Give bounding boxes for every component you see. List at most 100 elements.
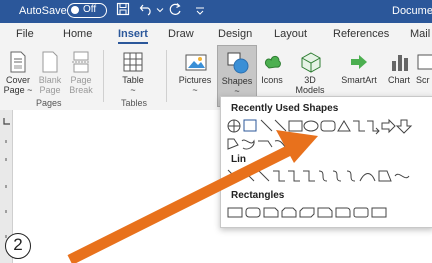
pictures-dropdown-icon: ~ [192, 85, 198, 95]
table-dropdown-icon: ~ [130, 85, 136, 95]
shapes-dropdown-panel: Recently Used Shapes Lin Rectangles [220, 96, 432, 228]
shapes-icon [227, 52, 249, 74]
rectangles-header: Rectangles [231, 190, 285, 201]
title-bar: AutoSave Off Docume [0, 0, 432, 23]
chart-icon [389, 51, 409, 73]
shape-textbox-icon [243, 119, 257, 132]
elbow-double-arrow-icon [303, 170, 315, 182]
tab-references[interactable]: References [333, 28, 389, 40]
line-shape-icon [227, 169, 240, 182]
toggle-knob [71, 6, 79, 14]
table-button[interactable]: Table ~ [116, 51, 150, 95]
smartart-button[interactable]: SmartArt [336, 51, 382, 85]
autosave-toggle[interactable]: Off [67, 3, 107, 18]
shape-triangle-icon [337, 120, 351, 132]
shape-scribble-icon [241, 139, 255, 150]
elbow-connector-icon [273, 170, 285, 182]
shape-oval-icon [303, 120, 319, 132]
tables-group-label: Tables [121, 98, 148, 108]
curved-connector-icon [318, 170, 328, 182]
scribble-icon [394, 173, 410, 179]
line-arrow-icon [242, 169, 255, 182]
shape-arc-icon [274, 140, 288, 150]
chart-button[interactable]: Chart [386, 51, 412, 85]
blank-page-icon [40, 51, 60, 73]
shapes-dropdown-icon: ~ [234, 86, 240, 96]
shape-rounded-rectangle-icon [320, 120, 336, 132]
cover-page-button[interactable]: Cover Page ~ [3, 51, 33, 95]
shape-freeform-icon [227, 138, 239, 150]
shape-line-icon [260, 119, 273, 132]
snip-same-side-rectangle-icon [281, 207, 297, 218]
smartart-icon [349, 51, 369, 73]
undo-icon[interactable] [139, 2, 155, 19]
smartart-label: SmartArt [341, 75, 377, 85]
icons-icon [262, 51, 282, 73]
blank-page-button[interactable]: Blank Page [37, 51, 63, 95]
3d-models-label: 3D [304, 75, 316, 85]
screenshot-icon [416, 51, 432, 73]
page-break-label: Page Break [69, 75, 93, 95]
group-divider [103, 50, 104, 102]
shape-curve-icon [258, 140, 273, 148]
customize-toolbar-icon[interactable] [194, 3, 206, 20]
screenshot-button[interactable]: Scr [416, 51, 432, 85]
shape-elbow-connector-icon [353, 120, 365, 132]
table-label: Table [122, 75, 144, 85]
tab-mailings[interactable]: Mail [410, 28, 430, 40]
page-break-icon [71, 51, 91, 73]
tab-draw[interactable]: Draw [168, 28, 194, 40]
icons-label: Icons [261, 75, 283, 85]
round-diagonal-rectangle-icon [371, 207, 387, 218]
shape-arrow-line-icon [274, 119, 287, 132]
cover-page-label: Cover Page ~ [3, 75, 33, 95]
shape-down-arrow-icon [395, 119, 413, 134]
snip-corner-rectangle-icon [263, 207, 279, 218]
shapes-label: Shapes [221, 76, 253, 86]
pictures-button[interactable]: Pictures ~ [176, 51, 214, 95]
recently-used-shapes-header: Recently Used Shapes [231, 103, 339, 114]
3d-models-icon [300, 51, 321, 73]
undo-dropdown-icon[interactable] [156, 6, 164, 16]
round-same-side-rectangle-icon [353, 207, 369, 218]
blank-page-label: Blank Page [38, 75, 62, 95]
page-break-button[interactable]: Page Break [66, 51, 96, 95]
rectangle-icon [227, 207, 243, 218]
icons-button[interactable]: Icons [259, 51, 285, 85]
redo-icon[interactable] [168, 2, 182, 19]
rounded-rectangle-icon [245, 207, 261, 218]
ribbon-tabs: File Home Insert Draw Design Layout Refe… [0, 23, 432, 45]
pictures-icon [185, 51, 207, 73]
tab-layout[interactable]: Layout [274, 28, 307, 40]
chart-label: Chart [387, 75, 410, 85]
curve-icon [359, 173, 376, 182]
screenshot-label: Scr [416, 75, 430, 85]
shape-right-arrow-icon [381, 118, 396, 134]
shape-elbow-arrow-icon [367, 120, 380, 135]
cover-page-icon [8, 51, 28, 73]
round-single-corner-rectangle-icon [335, 207, 351, 218]
recent-shapes-gallery [227, 118, 413, 150]
pages-group-label: Pages [36, 98, 62, 108]
autosave-state: Off [83, 4, 97, 15]
curved-arrow-connector-icon [332, 170, 342, 182]
curved-double-arrow-icon [346, 170, 356, 182]
save-icon[interactable] [116, 2, 130, 19]
tab-home[interactable]: Home [63, 28, 92, 40]
snip-diagonal-rectangle-icon [299, 207, 315, 218]
shapes-button-content: Shapes ~ [218, 52, 256, 96]
tab-file[interactable]: File [16, 28, 34, 40]
tab-design[interactable]: Design [218, 28, 252, 40]
shape-rectangle-icon [288, 120, 303, 132]
rectangles-gallery [227, 207, 387, 218]
step-number-badge: 2 [5, 233, 31, 259]
line-double-arrow-icon [257, 169, 270, 182]
autosave-label: AutoSave [19, 5, 67, 17]
snip-round-rectangle-icon [317, 207, 333, 218]
group-divider [166, 50, 167, 102]
lines-header: Lin [231, 154, 246, 165]
tab-insert[interactable]: Insert [118, 28, 148, 44]
pictures-label: Pictures [178, 75, 212, 85]
lines-gallery [227, 169, 410, 182]
document-title: Docume [392, 5, 432, 17]
